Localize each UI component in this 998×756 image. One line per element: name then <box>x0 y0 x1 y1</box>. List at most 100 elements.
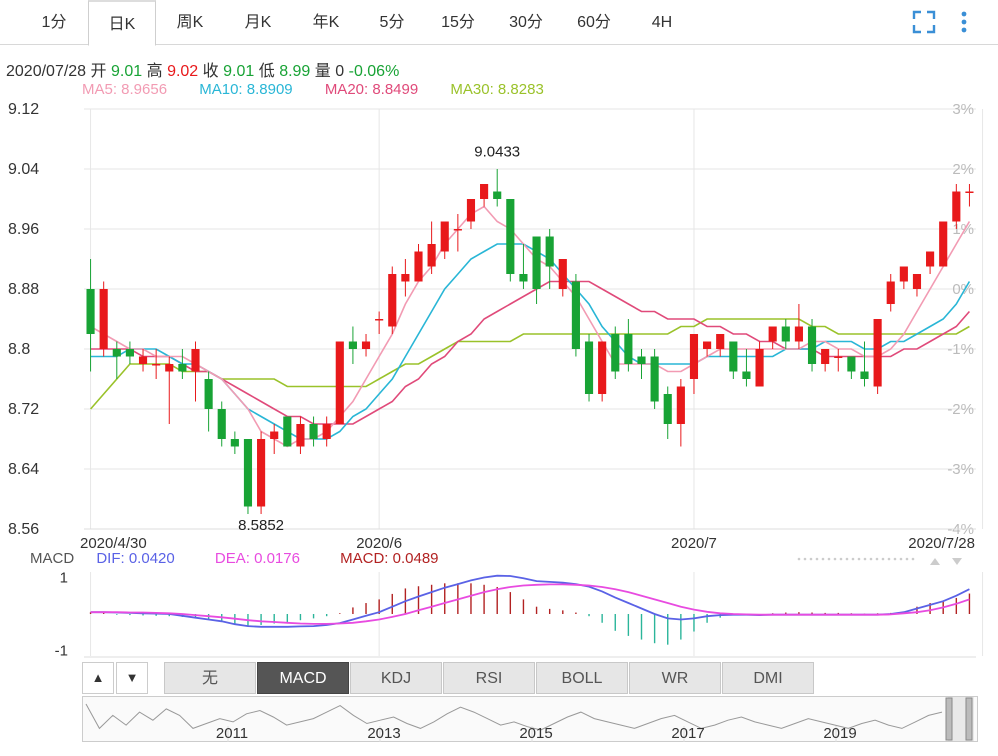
percent-tick-label: 3% <box>952 101 974 118</box>
scroll-dot <box>911 557 915 561</box>
scroll-dot <box>833 557 837 561</box>
next-arrow-button[interactable]: ▼ <box>116 662 148 694</box>
macd-collapse-icon[interactable] <box>928 556 968 566</box>
candle <box>99 281 108 357</box>
indicator-dmi-button[interactable]: DMI <box>722 662 814 694</box>
macd-legend: MACD DIF: 0.0420 DEA: 0.0176 MACD: 0.048… <box>30 550 457 567</box>
scroll-dot <box>803 557 807 561</box>
candle-body <box>283 416 292 447</box>
candle <box>532 236 541 304</box>
open-value: 9.01 <box>111 63 143 80</box>
candle <box>112 341 121 379</box>
candle <box>257 431 266 514</box>
candle-body <box>270 431 279 439</box>
macd-scroll-dots <box>797 557 915 561</box>
low-value: 8.99 <box>279 63 311 80</box>
high-value: 9.02 <box>167 63 199 80</box>
candle-body <box>361 341 371 349</box>
tab-weekly-k[interactable]: 周K <box>156 0 224 45</box>
tab-monthly-k[interactable]: 月K <box>224 0 292 45</box>
indicator-kdj-button[interactable]: KDJ <box>350 662 442 694</box>
candle <box>794 304 803 349</box>
candle-body <box>348 341 357 349</box>
candle <box>558 259 567 297</box>
scroll-dot <box>815 557 819 561</box>
candle-body <box>716 334 725 349</box>
percent-tick-label: 0% <box>952 281 974 298</box>
candle <box>886 274 895 312</box>
dea-line <box>90 583 970 625</box>
scroll-dot <box>851 557 855 561</box>
candle-body <box>676 386 685 424</box>
y-tick-label: 9.12 <box>8 101 39 118</box>
scroll-dot <box>869 557 873 561</box>
candle-body <box>217 409 226 439</box>
scroll-dot <box>887 557 891 561</box>
percent-tick-label: 2% <box>952 161 974 178</box>
candle-body <box>375 319 384 321</box>
candle <box>637 349 646 379</box>
scroll-dot <box>827 557 831 561</box>
x-tick-label: 2020/6 <box>356 535 402 550</box>
y-tick-label: 8.56 <box>8 521 39 538</box>
more-vertical-icon[interactable] <box>954 8 974 36</box>
indicator-boll-button[interactable]: BOLL <box>536 662 628 694</box>
macd-y-tick-label: -1 <box>55 643 68 660</box>
candle <box>768 326 777 349</box>
candlestick-chart[interactable]: 9.12 9.04 8.96 8.88 8.8 8.72 8.64 8.56 3% 2% 1% 0% -… <box>0 95 998 550</box>
candle-body <box>755 349 764 387</box>
tab-60min[interactable]: 60分 <box>560 0 628 45</box>
candle <box>138 349 148 372</box>
low-label: 低 <box>258 63 275 80</box>
tab-daily-k[interactable]: 日K <box>88 0 156 46</box>
navigator-handle-left[interactable] <box>945 697 953 741</box>
indicator-wr-button[interactable]: WR <box>629 662 721 694</box>
tab-1min[interactable]: 1分 <box>20 0 88 45</box>
change-percent: -0.06% <box>348 63 400 80</box>
candle-body <box>558 259 567 289</box>
candle-body <box>703 341 712 349</box>
dea-legend: DEA: 0.0176 <box>214 550 300 567</box>
candle <box>493 169 502 207</box>
x-tick-label: 2020/7 <box>671 535 717 550</box>
candle <box>584 334 594 402</box>
candle-body <box>440 221 449 252</box>
candle-body <box>388 274 397 327</box>
candle <box>729 341 738 379</box>
candle-body <box>860 371 869 379</box>
candle <box>598 341 607 402</box>
period-tab-bar: 1分 日K 周K 月K 年K 5分 15分 30分 60分 4H <box>0 0 998 46</box>
candle-body <box>545 236 554 267</box>
indicator-rsi-button[interactable]: RSI <box>443 662 535 694</box>
indicator-none-button[interactable]: 无 <box>164 662 256 694</box>
candle <box>821 349 830 372</box>
percent-tick-label: 1% <box>952 221 974 238</box>
tab-30min[interactable]: 30分 <box>492 0 560 45</box>
candle-body <box>165 364 174 372</box>
navigator-handle-right[interactable] <box>965 697 973 741</box>
tab-15min[interactable]: 15分 <box>424 0 492 45</box>
range-navigator[interactable]: 2011 2013 2015 2017 2019 <box>82 696 978 742</box>
y-tick-label: 8.96 <box>8 221 39 238</box>
scroll-dot <box>905 557 909 561</box>
tab-yearly-k[interactable]: 年K <box>292 0 360 45</box>
prev-arrow-button[interactable]: ▲ <box>82 662 114 694</box>
macd-title: MACD <box>30 550 75 567</box>
candle <box>414 244 423 282</box>
ohlc-date: 2020/07/28 <box>6 63 87 80</box>
tab-4h[interactable]: 4H <box>628 0 696 45</box>
scroll-dot <box>893 557 897 561</box>
candle-body <box>965 191 974 193</box>
indicator-macd-button[interactable]: MACD <box>257 662 349 694</box>
candle-body <box>886 281 895 304</box>
fullscreen-icon[interactable] <box>910 8 938 36</box>
candle-body <box>401 274 410 282</box>
tab-5min[interactable]: 5分 <box>360 0 424 45</box>
candle <box>926 251 935 274</box>
dif-legend: DIF: 0.0420 <box>96 550 175 567</box>
candle-body <box>138 356 148 364</box>
candle <box>663 386 672 439</box>
candle <box>912 274 922 297</box>
candle-body <box>453 229 462 231</box>
candle <box>440 221 449 259</box>
